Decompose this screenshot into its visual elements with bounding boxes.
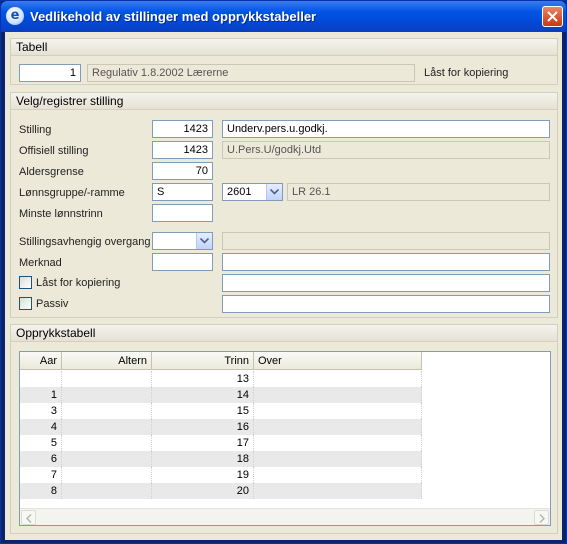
- title-bar[interactable]: e Vedlikehold av stillinger med opprykks…: [1, 1, 566, 32]
- cell-over[interactable]: [254, 403, 422, 419]
- opprykk-header: Opprykkstabell: [11, 325, 557, 342]
- table-row[interactable]: 3 15: [20, 403, 422, 419]
- cell-altern[interactable]: [62, 467, 152, 483]
- avhengig-select[interactable]: [152, 232, 213, 250]
- col-over-header[interactable]: Over: [254, 352, 422, 370]
- last-checkbox[interactable]: [19, 276, 32, 289]
- cell-over[interactable]: [254, 371, 422, 387]
- passiv-extra-field[interactable]: [222, 295, 550, 313]
- col-altern-header[interactable]: Altern: [62, 352, 152, 370]
- aldersgrense-field[interactable]: 70: [152, 162, 213, 180]
- stilling-label: Stilling: [19, 124, 52, 136]
- cell-over[interactable]: [254, 451, 422, 467]
- cell-aar[interactable]: [20, 371, 62, 387]
- ramme-select-value: 2601: [227, 186, 252, 198]
- stilling-name-field[interactable]: Underv.pers.u.godkj.: [222, 120, 550, 138]
- cell-trinn[interactable]: 14: [152, 387, 254, 403]
- col-trinn-header[interactable]: Trinn: [152, 352, 254, 370]
- cell-over[interactable]: [254, 387, 422, 403]
- scroll-left-button[interactable]: [21, 510, 36, 525]
- last-extra-field[interactable]: [222, 274, 550, 292]
- regulativ-field: Regulativ 1.8.2002 Lærerne: [87, 64, 415, 82]
- offisiell-label: Offisiell stilling: [19, 145, 89, 157]
- minste-field[interactable]: [152, 204, 213, 222]
- cell-aar[interactable]: 1: [20, 387, 62, 403]
- close-icon: [547, 11, 558, 22]
- ramme-dropdown-button[interactable]: [266, 184, 282, 200]
- offisiell-code-field[interactable]: 1423: [152, 141, 213, 159]
- cell-aar[interactable]: 4: [20, 419, 62, 435]
- scroll-left-icon: [26, 514, 32, 523]
- minste-label: Minste lønnstrinn: [19, 208, 103, 220]
- lonnsgruppe-field[interactable]: S: [152, 183, 213, 201]
- merknad-field[interactable]: [222, 253, 550, 271]
- cell-trinn[interactable]: 17: [152, 435, 254, 451]
- scroll-right-button[interactable]: [534, 510, 549, 525]
- window-title: Vedlikehold av stillinger med opprykksta…: [30, 9, 317, 24]
- cell-aar[interactable]: 7: [20, 467, 62, 483]
- table-row[interactable]: 6 18: [20, 451, 422, 467]
- cell-altern[interactable]: [62, 419, 152, 435]
- stilling-code-field[interactable]: 1423: [152, 120, 213, 138]
- col-aar-header[interactable]: Aar: [20, 352, 62, 370]
- stilling-section: Velg/registrer stilling Stilling 1423 Un…: [10, 92, 558, 318]
- avhengig-label: Stillingsavhengig overgang: [19, 236, 151, 248]
- dialog-body: Tabell 1 Regulativ 1.8.2002 Lærerne Låst…: [5, 32, 562, 540]
- tabell-header: Tabell: [11, 39, 557, 56]
- cell-aar[interactable]: 5: [20, 435, 62, 451]
- close-button[interactable]: [542, 6, 563, 27]
- dialog-window: e Vedlikehold av stillinger med opprykks…: [0, 0, 567, 544]
- opprykk-grid[interactable]: Aar Altern Trinn Over 13 1 14 3 15 4 16 5 17 6 18 7…: [19, 351, 551, 526]
- cell-trinn[interactable]: 19: [152, 467, 254, 483]
- cell-aar[interactable]: 3: [20, 403, 62, 419]
- cell-over[interactable]: [254, 467, 422, 483]
- cell-aar[interactable]: 6: [20, 451, 62, 467]
- grid-header-row: Aar Altern Trinn Over: [20, 352, 422, 370]
- cell-altern[interactable]: [62, 387, 152, 403]
- table-row[interactable]: 4 16: [20, 419, 422, 435]
- lonnsgruppe-label: Lønnsgruppe/-ramme: [19, 187, 125, 199]
- stilling-header: Velg/registrer stilling: [11, 93, 557, 110]
- cell-trinn[interactable]: 13: [152, 371, 254, 387]
- cell-trinn[interactable]: 15: [152, 403, 254, 419]
- offisiell-name-field: U.Pers.U/godkj.Utd: [222, 141, 550, 159]
- cell-altern[interactable]: [62, 371, 152, 387]
- table-row[interactable]: 13: [20, 371, 422, 387]
- cell-altern[interactable]: [62, 435, 152, 451]
- cell-trinn[interactable]: 20: [152, 483, 254, 499]
- scroll-right-icon: [539, 514, 545, 523]
- avhengig-desc-field: [222, 232, 550, 250]
- tabell-lock-label: Låst for kopiering: [424, 67, 509, 79]
- table-row[interactable]: 5 17: [20, 435, 422, 451]
- table-row[interactable]: 8 20: [20, 483, 422, 499]
- cell-aar[interactable]: 8: [20, 483, 62, 499]
- opprykk-section: Opprykkstabell Aar Altern Trinn Over 13 1…: [10, 324, 558, 534]
- avhengig-dropdown-button[interactable]: [196, 233, 212, 249]
- last-label: Låst for kopiering: [36, 277, 121, 289]
- ramme-desc-field: LR 26.1: [287, 183, 550, 201]
- merknad-short-field[interactable]: [152, 253, 213, 271]
- horizontal-scrollbar[interactable]: [20, 508, 550, 525]
- app-e-icon: e: [6, 7, 24, 25]
- cell-over[interactable]: [254, 435, 422, 451]
- cell-over[interactable]: [254, 483, 422, 499]
- ramme-select[interactable]: 2601: [222, 183, 283, 201]
- cell-over[interactable]: [254, 419, 422, 435]
- aldersgrense-label: Aldersgrense: [19, 166, 84, 178]
- table-row[interactable]: 1 14: [20, 387, 422, 403]
- cell-trinn[interactable]: 18: [152, 451, 254, 467]
- merknad-label: Merknad: [19, 257, 62, 269]
- passiv-label: Passiv: [36, 298, 69, 310]
- table-row[interactable]: 7 19: [20, 467, 422, 483]
- cell-altern[interactable]: [62, 403, 152, 419]
- chevron-down-icon: [270, 189, 279, 195]
- passiv-checkbox[interactable]: [19, 297, 32, 310]
- chevron-down-icon: [200, 238, 209, 244]
- tabell-number-field[interactable]: 1: [19, 64, 81, 82]
- cell-altern[interactable]: [62, 483, 152, 499]
- cell-altern[interactable]: [62, 451, 152, 467]
- tabell-section: Tabell 1 Regulativ 1.8.2002 Lærerne Låst…: [10, 38, 558, 85]
- cell-trinn[interactable]: 16: [152, 419, 254, 435]
